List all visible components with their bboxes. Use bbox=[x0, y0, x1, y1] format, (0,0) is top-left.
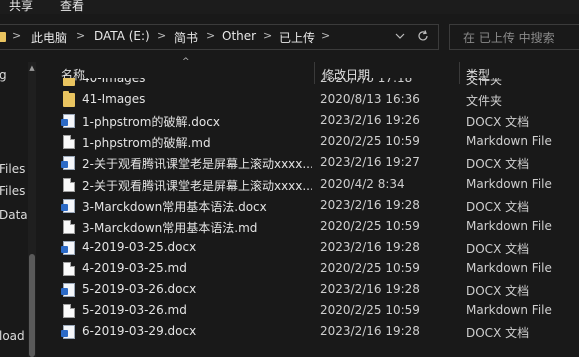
chevron-right-icon[interactable]: > bbox=[263, 29, 272, 42]
md-icon bbox=[63, 219, 75, 234]
nav-item-data[interactable]: Data bbox=[0, 208, 28, 222]
file-row[interactable]: 1-phpstrom的破解.docx 2023/2/16 19:26 DOCX 文档 bbox=[44, 110, 579, 131]
folder-icon bbox=[63, 91, 75, 108]
file-name: 3-Marckdown常用基本语法.docx bbox=[82, 199, 267, 214]
file-date: 2023/2/16 19:28 bbox=[320, 239, 420, 254]
file-type: DOCX 文档 bbox=[466, 199, 530, 214]
breadcrumb-this-pc[interactable]: 此电脑 bbox=[31, 29, 67, 46]
file-type: 文件夹 bbox=[466, 94, 503, 109]
address-row: > 此电脑 > DATA (E:) > 简书 > Other > 已上传 > 在… bbox=[0, 18, 579, 58]
file-name: 6-2019-03-29.docx bbox=[82, 324, 197, 339]
file-type: 文件夹 bbox=[466, 78, 503, 87]
file-date: 2020/8/13 16:36 bbox=[320, 92, 420, 107]
file-name: 40-Images bbox=[82, 78, 146, 85]
file-type: DOCX 文档 bbox=[466, 326, 530, 341]
nav-item-files[interactable]: Files bbox=[0, 162, 25, 176]
file-date: 2023/2/16 19:26 bbox=[320, 113, 420, 128]
search-box[interactable]: 在 已上传 中搜索 bbox=[449, 24, 579, 50]
nav-item-files[interactable]: Files bbox=[0, 184, 25, 198]
file-name: 5-2019-03-26.md bbox=[82, 303, 187, 318]
file-row[interactable]: 1-phpstrom的破解.md 2020/2/25 10:59 Markdown … bbox=[44, 131, 579, 152]
scroll-up-icon[interactable]: ▲ bbox=[28, 64, 36, 72]
file-date: 2020/2/25 10:59 bbox=[320, 218, 420, 233]
file-date: 2020/2/25 10:59 bbox=[320, 260, 420, 275]
address-bar[interactable]: > 此电脑 > DATA (E:) > 简书 > Other > 已上传 > bbox=[0, 24, 439, 50]
file-name: 4-2019-03-25.md bbox=[82, 260, 187, 275]
file-type: Markdown File bbox=[466, 176, 552, 191]
file-type: Markdown File bbox=[466, 134, 552, 149]
file-row[interactable]: 3-Marckdown常用基本语法.docx 2023/2/16 19:28 DOC… bbox=[44, 195, 579, 216]
chevron-right-icon[interactable]: > bbox=[157, 29, 166, 42]
file-row[interactable]: 2-关于观看腾讯课堂老是屏幕上滚动xxxx... 2020/4/2 8:34 Mar… bbox=[44, 174, 579, 195]
file-type: Markdown File bbox=[466, 218, 552, 233]
breadcrumb-jianshu[interactable]: 简书 bbox=[174, 29, 198, 46]
file-row[interactable]: 41-Images 2020/8/13 16:36 文件夹 bbox=[44, 89, 579, 110]
file-row[interactable]: 4-2019-03-25.md 2020/2/25 10:59 Markdown F… bbox=[44, 258, 579, 279]
file-row[interactable]: 5-2019-03-26.md 2020/2/25 10:59 Markdown F… bbox=[44, 300, 579, 321]
docx-icon bbox=[61, 156, 75, 171]
file-row[interactable]: 3-Marckdown常用基本语法.md 2020/2/25 10:59 Markd… bbox=[44, 216, 579, 237]
chevron-right-icon[interactable]: > bbox=[206, 29, 215, 42]
file-date: 2020/7/6 17:18 bbox=[320, 78, 413, 85]
md-icon bbox=[63, 304, 75, 319]
file-name: 2-关于观看腾讯课堂老是屏幕上滚动xxxx... bbox=[82, 178, 312, 193]
file-name: 1-phpstrom的破解.docx bbox=[82, 115, 220, 130]
file-date: 2023/2/16 19:28 bbox=[320, 282, 420, 296]
file-row[interactable]: 4-2019-03-25.docx 2023/2/16 19:28 DOCX 文档 bbox=[44, 237, 579, 258]
file-name: 5-2019-03-26.docx bbox=[82, 282, 197, 296]
file-name: 2-关于观看腾讯课堂老是屏幕上滚动xxxx... bbox=[82, 157, 312, 172]
file-type: Markdown File bbox=[466, 260, 552, 275]
chevron-right-icon[interactable]: > bbox=[76, 29, 85, 42]
file-name: 41-Images bbox=[82, 92, 146, 107]
md-icon bbox=[63, 177, 75, 192]
breadcrumb-other[interactable]: Other bbox=[222, 29, 256, 43]
chevron-right-icon[interactable]: > bbox=[12, 29, 21, 42]
breadcrumb-data-drive[interactable]: DATA (E:) bbox=[94, 29, 150, 43]
file-date: 2020/2/25 10:59 bbox=[320, 134, 420, 149]
file-row[interactable]: 2-关于观看腾讯课堂老是屏幕上滚动xxxx... 2023/2/16 19:27 D… bbox=[44, 152, 579, 173]
nav-item[interactable]: g bbox=[0, 68, 7, 82]
md-icon bbox=[63, 261, 75, 276]
file-date: 2023/2/16 19:28 bbox=[320, 197, 420, 212]
sort-arrow-icon: ^ bbox=[182, 57, 190, 67]
file-type: DOCX 文档 bbox=[466, 284, 530, 298]
docx-icon bbox=[61, 198, 75, 213]
file-date: 2023/2/16 19:28 bbox=[320, 324, 420, 339]
nav-scrollbar[interactable]: ▲ bbox=[28, 62, 36, 357]
file-type: Markdown File bbox=[466, 303, 552, 318]
file-row[interactable]: 6-2019-03-29.docx 2023/2/16 19:28 DOCX 文档 bbox=[44, 321, 579, 342]
scrollbar-thumb[interactable] bbox=[29, 254, 35, 357]
file-name: 3-Marckdown常用基本语法.md bbox=[82, 220, 258, 235]
folder-icon bbox=[0, 32, 6, 42]
file-date: 2020/4/2 8:34 bbox=[320, 176, 405, 191]
md-icon bbox=[63, 135, 75, 150]
ribbon-tabs: 共享 查看 bbox=[0, 0, 579, 14]
file-name: 4-2019-03-25.docx bbox=[82, 239, 197, 254]
docx-icon bbox=[61, 240, 75, 255]
file-type: DOCX 文档 bbox=[466, 115, 530, 130]
file-list-pane: ^ 名称 修改日期 类型 40-Images 2020/7/6 17:18 文件夹 4… bbox=[44, 57, 579, 357]
chevron-down-icon[interactable] bbox=[394, 30, 406, 42]
share-tab[interactable]: 共享 bbox=[9, 0, 33, 14]
search-placeholder: 在 已上传 中搜索 bbox=[463, 31, 555, 45]
file-date: 2023/2/16 19:27 bbox=[320, 155, 420, 170]
file-date: 2020/2/25 10:59 bbox=[320, 303, 420, 318]
file-row[interactable]: 5-2019-03-26.docx 2023/2/16 19:28 DOCX 文档 bbox=[44, 279, 579, 300]
file-type: DOCX 文档 bbox=[466, 157, 530, 172]
nav-item-downloads[interactable]: load bbox=[0, 329, 25, 343]
docx-icon bbox=[61, 114, 75, 129]
breadcrumb-uploaded[interactable]: 已上传 bbox=[279, 29, 315, 46]
folder-icon bbox=[63, 78, 75, 86]
view-tab[interactable]: 查看 bbox=[60, 0, 84, 14]
file-name: 1-phpstrom的破解.md bbox=[82, 136, 211, 151]
file-rows: 40-Images 2020/7/6 17:18 文件夹 41-Images 2020/… bbox=[44, 78, 579, 357]
docx-icon bbox=[61, 325, 75, 340]
file-row[interactable]: 40-Images 2020/7/6 17:18 文件夹 bbox=[44, 78, 579, 89]
chevron-right-icon[interactable]: > bbox=[321, 29, 330, 42]
file-type: DOCX 文档 bbox=[466, 241, 530, 256]
refresh-icon[interactable] bbox=[416, 29, 430, 43]
docx-icon bbox=[61, 283, 75, 297]
